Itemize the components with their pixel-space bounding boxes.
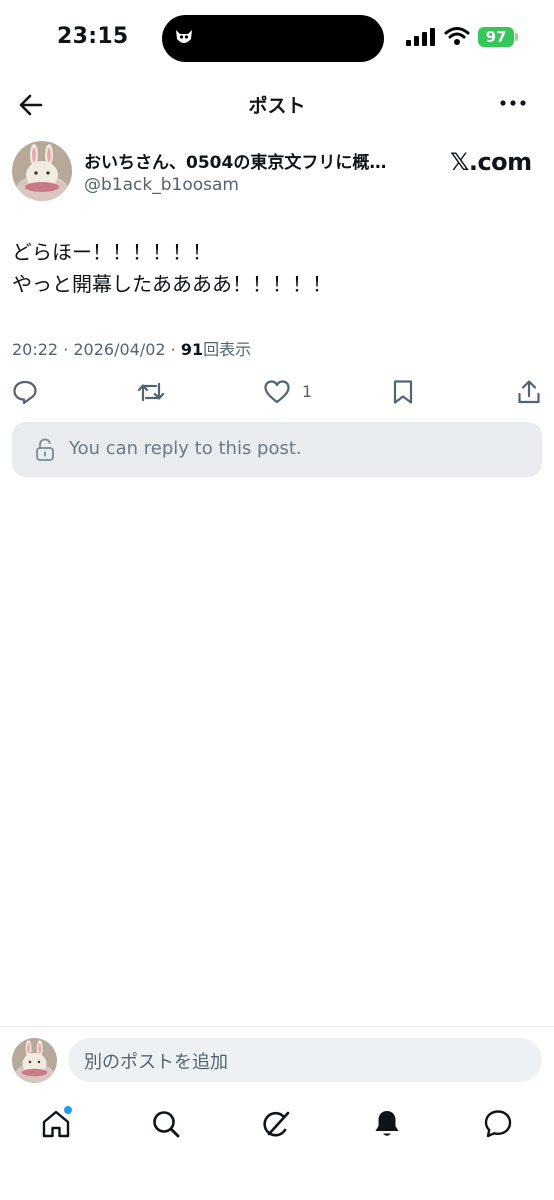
- status-time: 23:15: [57, 24, 129, 49]
- author-avatar[interactable]: [12, 141, 72, 201]
- like-count[interactable]: 1: [302, 382, 312, 401]
- battery-cap: [515, 33, 518, 41]
- bookmark-icon[interactable]: [391, 378, 415, 406]
- reply-notice-text: You can reply to this post.: [69, 438, 302, 459]
- compose-placeholder[interactable]: 別のポストを追加: [84, 1048, 228, 1074]
- more-options-icon[interactable]: [500, 98, 526, 108]
- author-handle[interactable]: @b1ack_b1oosam: [84, 175, 239, 195]
- post-text: どらほー！！！！！！ やっと開幕したああああ！！！！！: [12, 240, 332, 296]
- reply-icon[interactable]: [12, 378, 38, 406]
- cellular-signal-icon: [406, 28, 435, 46]
- search-icon[interactable]: [150, 1108, 182, 1140]
- notification-dot: [62, 1104, 74, 1116]
- notifications-bell-icon[interactable]: [371, 1108, 403, 1140]
- wifi-icon: [444, 27, 470, 45]
- app-activity-icon: [176, 30, 192, 43]
- bunny-avatar-image: [12, 141, 72, 201]
- battery-indicator: 97: [478, 27, 514, 47]
- author-display-name[interactable]: おいちさん、0504の東京文フリに概…: [84, 148, 386, 173]
- share-icon[interactable]: [517, 378, 541, 406]
- bunny-avatar-image: [12, 1038, 57, 1083]
- like-heart-icon[interactable]: [263, 378, 291, 406]
- divider: [0, 1026, 554, 1027]
- grok-icon[interactable]: [261, 1108, 293, 1140]
- repost-icon[interactable]: [137, 378, 165, 406]
- views-label: 回表示: [203, 340, 252, 359]
- unlock-icon: [36, 438, 54, 461]
- post-timestamp: 20:22 · 2026/04/02 ·: [12, 340, 181, 359]
- messages-icon[interactable]: [482, 1108, 514, 1140]
- current-user-avatar[interactable]: [12, 1038, 57, 1083]
- views-count[interactable]: 91: [181, 340, 203, 359]
- page-title: ポスト: [248, 95, 306, 117]
- x-com-watermark: 𝕏.com: [450, 148, 532, 176]
- post-metadata: 20:22 · 2026/04/02 · 91回表示: [12, 336, 251, 360]
